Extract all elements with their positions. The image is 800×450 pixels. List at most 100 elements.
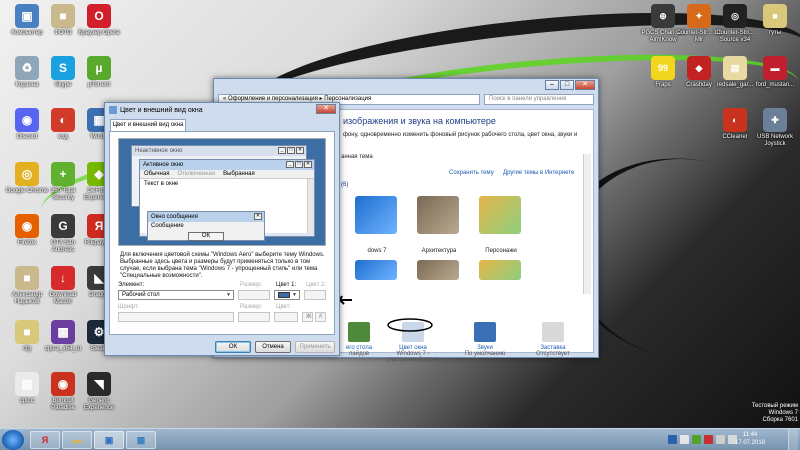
option-sublabel: Отсутствует — [536, 351, 570, 357]
ford-icon: ▬ — [763, 56, 787, 80]
tray-360-icon[interactable] — [692, 435, 701, 444]
test-mode-watermark: Тестовый режим Windows 7 Сборка 7601 — [752, 403, 798, 424]
watermark-line1: Тестовый режим — [751, 403, 798, 409]
ok-button[interactable]: ОК — [215, 341, 251, 353]
taskbar: Я ▬ ▣ ▦ 11:44 17.07.2018 — [0, 428, 800, 450]
360-security-icon: + — [51, 162, 75, 186]
cancel-button[interactable]: Отмена — [255, 341, 291, 353]
theme-thumbnail[interactable] — [479, 196, 521, 234]
personalization-option[interactable]: Звуки По умолчанию — [455, 322, 515, 357]
tab-color-appearance[interactable]: Цвет и внешний вид окна — [110, 119, 186, 131]
element-select-value: Рабочий стол — [122, 292, 160, 298]
theme-thumbnail[interactable] — [479, 260, 521, 280]
css-icon: ◎ — [723, 4, 747, 28]
personalization-window-controls: – □ ✕ — [545, 80, 595, 90]
guty-folder-icon: ■ — [763, 4, 787, 28]
color2-picker[interactable] — [304, 290, 326, 300]
personalization-titlebar[interactable] — [214, 79, 598, 93]
yandex-browser-icon: Я — [41, 435, 49, 445]
recycle-bin-icon: ♻ — [15, 56, 39, 80]
computer-icon: ▣ — [15, 4, 39, 28]
code-icon: ◐ — [51, 108, 75, 132]
desktop-icon[interactable]: µ µTorrent — [76, 56, 122, 89]
apply-button[interactable]: Применить — [295, 341, 335, 353]
color-window-controls: ✕ — [316, 104, 336, 114]
desktop-icon[interactable]: ▬ ford_mustan... — [752, 56, 798, 89]
theme-thumbnail[interactable] — [355, 260, 397, 280]
tray-network-icon[interactable] — [680, 435, 689, 444]
theme-thumbnail[interactable] — [355, 196, 397, 234]
menu-selected: Выбранная — [223, 171, 255, 177]
desktop-icon[interactable]: ◥ Generic Experience — [76, 372, 122, 412]
pgcs-icon: ⊕ — [651, 4, 675, 28]
color1-label: Цвет 1: — [276, 282, 297, 288]
save-theme-link[interactable]: Сохранить тему — [449, 170, 494, 176]
taskbar-control-panel[interactable]: ▣ — [94, 431, 124, 449]
appearance-preview[interactable]: Неактивное окно _ □ ✕ Активное окно _ □ ✕ Об… — [118, 138, 326, 246]
redsale-icon: ▤ — [723, 56, 747, 80]
taskbar-yandex-browser[interactable]: Я — [30, 431, 60, 449]
italic-button[interactable]: К — [315, 312, 326, 322]
option-sublabel: Windows 7 - упрощенный стиль — [386, 351, 440, 363]
font-size-select[interactable] — [238, 312, 270, 322]
gta-icon: G — [51, 214, 75, 238]
watermark-line3: Сборка 7601 — [762, 417, 798, 423]
theme-thumbnail[interactable] — [417, 196, 459, 234]
font-color-label: Цвет: — [276, 304, 292, 310]
folder-icon: ▬ — [72, 435, 82, 445]
bold-button[interactable]: Ж — [302, 312, 313, 322]
search-input[interactable]: Поиск в панели управления — [484, 93, 594, 105]
more-themes-link[interactable]: Другие темы в Интернете — [503, 170, 574, 176]
tray-app-icon[interactable] — [668, 435, 677, 444]
close-button[interactable]: ✕ — [316, 104, 336, 114]
cfg-folder-icon: ■ — [15, 320, 39, 344]
cpuz-icon: ▩ — [51, 320, 75, 344]
color-swatch — [278, 292, 290, 298]
generic-icon: ◥ — [87, 372, 111, 396]
desktop-icon-label: Браузер Opera — [78, 30, 120, 36]
desktop-icon[interactable]: ■ гуты — [752, 4, 798, 37]
personalization-option[interactable]: Заставка Отсутствует — [523, 322, 583, 357]
color1-picker[interactable]: ▼ — [274, 290, 300, 300]
font-label: Шрифт: — [118, 304, 140, 310]
color-appearance-window[interactable]: Цвет и внешний вид окна ✕ Цвет и внешний… — [104, 102, 340, 356]
clock-time: 11:44 — [742, 432, 758, 438]
usb-joystick-icon: ✚ — [763, 108, 787, 132]
close-button[interactable]: ✕ — [575, 80, 595, 90]
preview-window-text: Текст в окне — [144, 181, 179, 187]
desktop-icon-label: USB Network Joystick — [756, 134, 793, 147]
personalization-option[interactable]: Цвет окна Windows 7 - упрощенный стиль — [383, 322, 443, 363]
preview-msgbox-ok: ОК — [188, 232, 224, 241]
page-title: изображения и звука на компьютере — [343, 116, 496, 126]
option-sublabel: По умолчанию — [464, 351, 506, 357]
show-desktop-button[interactable] — [788, 429, 798, 450]
themes-scrollbar[interactable] — [583, 154, 591, 294]
font-color-picker[interactable] — [274, 312, 298, 322]
maximize-button[interactable]: □ — [560, 80, 574, 90]
taskbar-explorer[interactable]: ▬ — [62, 431, 92, 449]
theme-label: dows 7 — [367, 248, 387, 254]
cs16-icon: ✦ — [687, 4, 711, 28]
window-color-icon — [402, 322, 424, 342]
preview-scrollbar — [307, 179, 314, 233]
taskbar-clock[interactable]: 11:44 17.07.2018 — [730, 431, 770, 447]
color2-label: Цвет 2: — [306, 282, 327, 288]
font-size-label: Размер: — [240, 304, 263, 310]
menu-normal: Обычная — [144, 171, 170, 177]
tray-security-icon[interactable] — [704, 435, 713, 444]
desktop-icon[interactable]: O Браузер Opera — [76, 4, 122, 37]
minimize-button[interactable]: – — [545, 80, 559, 90]
theme-thumbnail[interactable] — [417, 260, 459, 280]
element-label: Элемент: — [118, 282, 145, 288]
start-button[interactable] — [2, 430, 24, 450]
element-select[interactable]: Рабочий стол ▼ — [118, 290, 234, 300]
clock-date: 17.07.2018 — [734, 440, 766, 446]
menu-disabled: Отключенная — [177, 171, 216, 177]
desktop-icon[interactable]: ✚ USB Network Joystick — [752, 108, 798, 148]
color-window-titlebar[interactable]: Цвет и внешний вид окна — [105, 103, 339, 117]
taskbar-color-window[interactable]: ▦ — [126, 431, 156, 449]
photo-folder-icon: ■ — [51, 4, 75, 28]
font-select[interactable] — [118, 312, 234, 322]
tray-signal-icon[interactable] — [716, 435, 725, 444]
size-stepper[interactable] — [238, 290, 270, 300]
